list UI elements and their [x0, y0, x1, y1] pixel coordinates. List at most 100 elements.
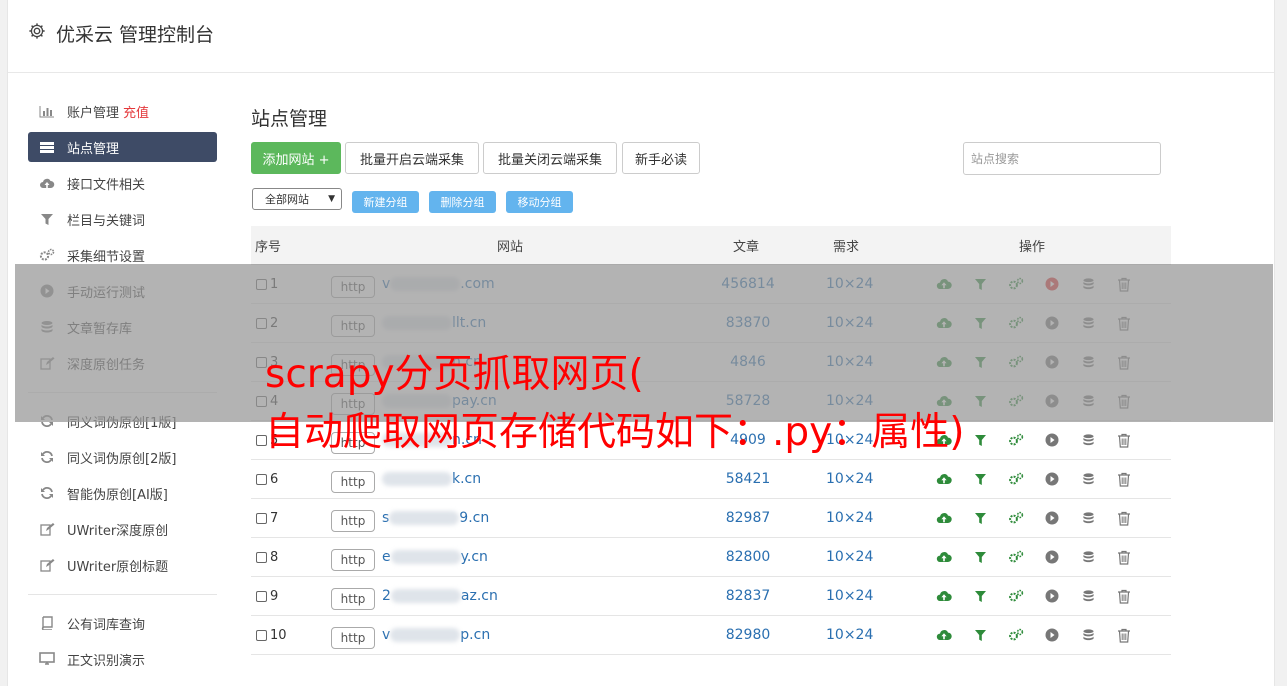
- sidebar-item[interactable]: UWriter深度原创: [28, 514, 217, 544]
- row-actions: [935, 499, 1133, 537]
- sidebar-item[interactable]: 正文识别演示: [28, 644, 217, 674]
- demand-value[interactable]: 10×24: [826, 499, 873, 537]
- play-icon[interactable]: [1043, 587, 1061, 605]
- protocol-button[interactable]: http: [331, 470, 375, 493]
- chevron-down-icon: ▼: [328, 194, 335, 204]
- filter-icon[interactable]: [971, 587, 989, 605]
- database-icon[interactable]: [1079, 470, 1097, 488]
- protocol-cell: http: [331, 499, 375, 537]
- gears-icon[interactable]: [1007, 587, 1025, 605]
- site-filter-select[interactable]: 全部网站 ▼: [252, 188, 342, 210]
- site-link[interactable]: s 9.cn: [382, 499, 489, 537]
- article-count[interactable]: 58421: [723, 460, 773, 498]
- row-checkbox[interactable]: [256, 551, 267, 563]
- play-icon[interactable]: [1043, 431, 1061, 449]
- sidebar-item-label: 公有词库查询: [67, 617, 146, 633]
- row-index: 10: [270, 627, 287, 643]
- upload-icon[interactable]: [935, 548, 953, 566]
- row-index: 9: [270, 588, 279, 604]
- play-icon[interactable]: [1043, 470, 1061, 488]
- upload-icon[interactable]: [935, 470, 953, 488]
- sidebar-item[interactable]: 站点管理: [28, 132, 217, 162]
- trash-icon[interactable]: [1115, 509, 1133, 527]
- sidebar-item-label: UWriter深度原创: [67, 523, 169, 539]
- demand-value[interactable]: 10×24: [826, 538, 873, 576]
- database-icon[interactable]: [1079, 587, 1097, 605]
- play-icon[interactable]: [1043, 626, 1061, 644]
- sidebar-item[interactable]: UWriter原创标题: [28, 550, 217, 580]
- filter-icon[interactable]: [971, 509, 989, 527]
- database-icon[interactable]: [1079, 509, 1097, 527]
- play-icon[interactable]: [1043, 509, 1061, 527]
- site-link[interactable]: k.cn: [382, 460, 481, 498]
- gears-icon[interactable]: [1007, 470, 1025, 488]
- edit-icon: [38, 558, 56, 572]
- play-icon[interactable]: [1043, 548, 1061, 566]
- batch-close-button[interactable]: 批量关闭云端采集: [483, 142, 617, 174]
- article-count[interactable]: 82980: [723, 616, 773, 654]
- database-icon[interactable]: [1079, 548, 1097, 566]
- trash-icon[interactable]: [1115, 626, 1133, 644]
- upload-icon[interactable]: [935, 626, 953, 644]
- protocol-button[interactable]: http: [331, 626, 375, 649]
- sidebar-item-label: 接口文件相关: [67, 177, 146, 193]
- protocol-cell: http: [331, 460, 375, 498]
- filter-icon[interactable]: [971, 431, 989, 449]
- site-suffix: az.cn: [460, 588, 498, 604]
- gears-icon[interactable]: [1007, 548, 1025, 566]
- protocol-button[interactable]: http: [331, 587, 375, 610]
- row-index-cell: 7: [256, 499, 278, 537]
- batch-open-button[interactable]: 批量开启云端采集: [345, 142, 479, 174]
- site-link[interactable]: e y.cn: [382, 538, 488, 576]
- gears-icon[interactable]: [1007, 509, 1025, 527]
- add-site-button[interactable]: 添加网站 +: [251, 142, 341, 174]
- article-count[interactable]: 82800: [723, 538, 773, 576]
- site-search-input[interactable]: 站点搜索: [963, 142, 1161, 175]
- sidebar-item[interactable]: 同义词伪原创[2版]: [28, 442, 217, 472]
- database-icon[interactable]: [1079, 431, 1097, 449]
- site-link[interactable]: 2 az.cn: [382, 577, 498, 615]
- guide-button[interactable]: 新手必读: [622, 142, 700, 174]
- demand-value[interactable]: 10×24: [826, 577, 873, 615]
- sidebar-item[interactable]: 公有词库查询: [28, 608, 217, 638]
- protocol-button[interactable]: http: [331, 548, 375, 571]
- row-checkbox[interactable]: [256, 512, 267, 524]
- trash-icon[interactable]: [1115, 431, 1133, 449]
- trash-icon[interactable]: [1115, 587, 1133, 605]
- new-group-button[interactable]: 新建分组: [352, 191, 419, 213]
- sidebar-item[interactable]: 智能伪原创[AI版]: [28, 478, 217, 508]
- filter-icon[interactable]: [971, 548, 989, 566]
- overlay-caption: scrapy分页抓取网页( 自动爬取网页存储代码如下：.py：属性): [265, 346, 964, 462]
- article-count[interactable]: 82837: [723, 577, 773, 615]
- row-checkbox[interactable]: [256, 590, 267, 602]
- protocol-button[interactable]: http: [331, 509, 375, 532]
- demand-value[interactable]: 10×24: [826, 460, 873, 498]
- row-checkbox[interactable]: [256, 473, 267, 485]
- article-count[interactable]: 82987: [723, 499, 773, 537]
- sidebar-item[interactable]: 栏目与关键词: [28, 204, 217, 234]
- row-index-cell: 6: [256, 460, 278, 498]
- filter-icon[interactable]: [971, 626, 989, 644]
- header-index: 序号: [255, 239, 282, 255]
- upload-icon[interactable]: [935, 509, 953, 527]
- monitor-icon: [38, 652, 56, 666]
- gears-icon[interactable]: [1007, 431, 1025, 449]
- upload-icon[interactable]: [935, 587, 953, 605]
- table-row: 10 http v p.cn 82980 10×24: [251, 616, 1171, 655]
- site-prefix: s: [382, 510, 390, 526]
- sidebar-item[interactable]: 接口文件相关: [28, 168, 217, 198]
- sidebar-item[interactable]: 账户管理 充值: [28, 96, 217, 126]
- trash-icon[interactable]: [1115, 470, 1133, 488]
- database-icon[interactable]: [1079, 626, 1097, 644]
- delete-group-button[interactable]: 删除分组: [429, 191, 496, 213]
- overlay-line-1: scrapy分页抓取网页(: [265, 352, 644, 397]
- trash-icon[interactable]: [1115, 548, 1133, 566]
- recharge-link[interactable]: 充值: [123, 102, 149, 121]
- site-link[interactable]: v p.cn: [382, 616, 490, 654]
- filter-icon[interactable]: [971, 470, 989, 488]
- move-group-button[interactable]: 移动分组: [506, 191, 573, 213]
- overlay-line-2: 自动爬取网页存储代码如下：.py：属性): [265, 410, 965, 455]
- gears-icon[interactable]: [1007, 626, 1025, 644]
- row-checkbox[interactable]: [256, 629, 267, 641]
- demand-value[interactable]: 10×24: [826, 616, 873, 654]
